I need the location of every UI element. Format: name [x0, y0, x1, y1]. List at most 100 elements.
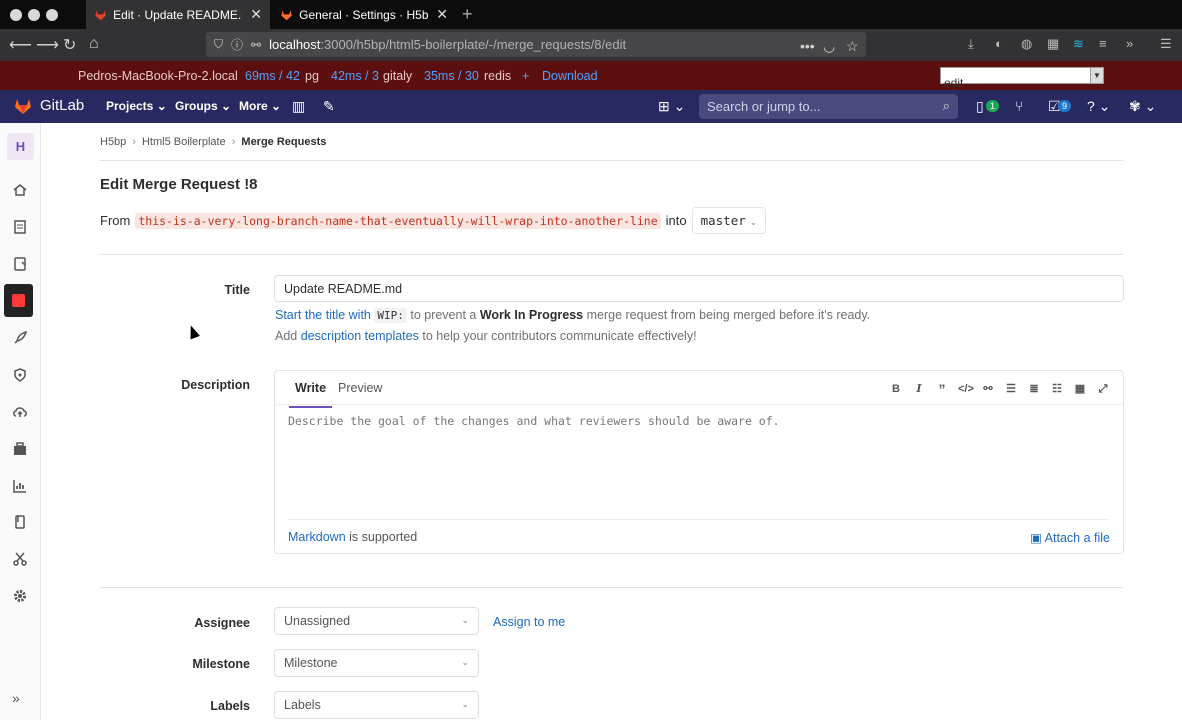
shield-icon[interactable]: ⛉: [214, 37, 223, 52]
snippets-scissors-icon[interactable]: [12, 551, 28, 567]
assign-to-me-link[interactable]: Assign to me: [493, 615, 565, 629]
breadcrumb-item-merge-requests[interactable]: Merge Requests: [241, 136, 326, 148]
merge-requests-icon[interactable]: ⑂: [1015, 98, 1023, 114]
perf-add-request-button[interactable]: +: [522, 69, 529, 83]
activity-chart-icon[interactable]: ▥: [292, 98, 305, 115]
groups-menu[interactable]: Groups ⌄: [175, 99, 231, 113]
divider: [99, 254, 1124, 255]
perf-redis-link[interactable]: 35ms / 30: [424, 69, 479, 83]
target-branch-dropdown[interactable]: master ⌄: [691, 207, 767, 234]
perf-pg-label: pg: [305, 69, 319, 83]
italic-icon[interactable]: I: [912, 382, 926, 396]
permissions-icon[interactable]: ⚯: [251, 38, 261, 52]
link-icon[interactable]: ⚯: [981, 382, 995, 396]
wip-hint-link[interactable]: Start the title with: [275, 308, 371, 322]
chevron-down-icon: ⌄: [461, 657, 469, 667]
extension-icon[interactable]: ◍: [1021, 37, 1035, 51]
help-icon[interactable]: ? ⌄: [1087, 98, 1110, 115]
fullscreen-icon[interactable]: ⤢: [1096, 382, 1110, 396]
labels-value: Labels: [284, 698, 321, 712]
settings-gear-icon[interactable]: [12, 588, 28, 604]
close-tab-icon[interactable]: ✕: [250, 6, 262, 23]
shield-icon[interactable]: [12, 367, 28, 383]
description-templates-link[interactable]: description templates: [301, 329, 419, 343]
collapse-sidebar-icon[interactable]: »: [12, 690, 20, 706]
wip-hint-text: merge request from being merged before i…: [586, 308, 871, 322]
extension-icon[interactable]: ◐: [995, 37, 1009, 51]
bold-icon[interactable]: B: [889, 382, 903, 396]
wiki-book-icon[interactable]: [12, 514, 28, 530]
home-icon[interactable]: ⌂: [89, 35, 99, 53]
info-icon[interactable]: ⓘ: [231, 36, 243, 53]
markdown-link[interactable]: Markdown: [288, 530, 346, 544]
attach-file-icon: ▣: [1030, 531, 1042, 545]
pocket-icon[interactable]: ◡: [823, 38, 835, 55]
issues-icon[interactable]: [12, 256, 28, 272]
package-icon[interactable]: [12, 441, 28, 457]
search-input[interactable]: Search or jump to... ⌕: [699, 94, 958, 119]
url-bar[interactable]: ⛉ ⓘ ⚯ localhost :3000/h5bp/html5-boilerp…: [206, 32, 866, 57]
quote-icon[interactable]: ”: [935, 382, 949, 396]
breadcrumb-item-project[interactable]: Html5 Boilerplate: [142, 136, 226, 148]
perf-host: Pedros-MacBook-Pro-2.local: [78, 69, 238, 83]
more-menu[interactable]: More ⌄: [239, 99, 281, 113]
browser-tab-settings[interactable]: General · Settings · H5bp / Htm ✕: [272, 0, 456, 29]
table-icon[interactable]: ▦: [1073, 382, 1087, 396]
labels-dropdown[interactable]: Labels ⌄: [274, 691, 479, 719]
gitlab-logo-icon[interactable]: [13, 96, 33, 116]
bullet-list-icon[interactable]: ☰: [1004, 382, 1018, 396]
bookmark-star-icon[interactable]: ☆: [846, 38, 859, 55]
back-arrow-icon[interactable]: ⟵: [9, 35, 32, 55]
project-avatar[interactable]: H: [7, 133, 34, 160]
description-editor: Write Preview B I ” </> ⚯ ☰ ≣ ☷ ▦ ⤢ Desc…: [274, 370, 1124, 554]
sidebar-item-merge-requests[interactable]: [4, 284, 33, 317]
perf-request-select[interactable]: edit ▼: [940, 67, 1104, 90]
extension-icon[interactable]: ≋: [1073, 37, 1087, 51]
hamburger-menu-icon[interactable]: ☰: [1160, 37, 1174, 51]
analytics-chart-icon[interactable]: [12, 478, 28, 494]
milestone-value: Milestone: [284, 656, 338, 670]
close-tab-icon[interactable]: ✕: [436, 6, 448, 23]
rocket-icon[interactable]: [12, 330, 28, 346]
template-hint-text: Add: [275, 329, 298, 343]
avatar[interactable]: ✾ ⌄: [1129, 98, 1156, 115]
code-icon[interactable]: </>: [958, 382, 974, 396]
title-input[interactable]: Update README.md: [274, 275, 1124, 302]
repository-icon[interactable]: [12, 219, 28, 235]
assignee-dropdown[interactable]: Unassigned ⌄: [274, 607, 479, 635]
extension-icon[interactable]: ▦: [1047, 37, 1061, 51]
numbered-list-icon[interactable]: ≣: [1027, 382, 1041, 396]
perf-download-link[interactable]: Download: [542, 69, 598, 83]
minimize-window-button[interactable]: [28, 9, 40, 21]
new-tab-icon[interactable]: +: [462, 4, 473, 25]
breadcrumb-item-h5bp[interactable]: H5bp: [100, 136, 126, 148]
wip-code: WIP:: [374, 308, 407, 323]
reload-icon[interactable]: ↻: [63, 35, 76, 55]
cloud-upload-icon[interactable]: [12, 404, 28, 420]
close-window-button[interactable]: [10, 9, 22, 21]
attach-file-label: Attach a file: [1044, 531, 1110, 545]
description-textarea[interactable]: Describe the goal of the changes and wha…: [288, 414, 780, 428]
admin-wrench-icon[interactable]: ✎: [323, 98, 335, 115]
perf-gitaly-link[interactable]: 42ms / 3: [331, 69, 379, 83]
attach-file-button[interactable]: ▣ Attach a file: [1030, 530, 1110, 545]
url-path: :3000/h5bp/html5-boilerplate/-/merge_req…: [320, 37, 627, 52]
projects-menu[interactable]: Projects ⌄: [106, 99, 167, 113]
perf-pg-link[interactable]: 69ms / 42: [245, 69, 300, 83]
page-actions-icon[interactable]: •••: [800, 38, 815, 54]
issues-icon[interactable]: ▯: [976, 98, 984, 115]
new-item-plus-icon[interactable]: ⊞ ⌄: [658, 98, 685, 115]
forward-arrow-icon[interactable]: ⟶: [36, 35, 59, 55]
gitlab-logo-text[interactable]: GitLab: [40, 97, 84, 114]
milestone-dropdown[interactable]: Milestone ⌄: [274, 649, 479, 677]
tab-preview[interactable]: Preview: [338, 381, 382, 395]
browser-nav-bar: ⟵ ⟶ ↻ ⌂ ⛉ ⓘ ⚯ localhost :3000/h5bp/html5…: [0, 29, 1182, 61]
overflow-chevron-icon[interactable]: »: [1126, 37, 1140, 51]
gitlab-favicon-icon: [281, 9, 292, 20]
task-list-icon[interactable]: ☷: [1050, 382, 1064, 396]
extension-icon[interactable]: ≡: [1099, 37, 1113, 51]
zoom-window-button[interactable]: [46, 9, 58, 21]
browser-tab-edit[interactable]: Edit · Update README.md (!8 · ✕: [86, 0, 270, 29]
downloads-icon[interactable]: ⤓: [968, 37, 982, 51]
home-icon[interactable]: [12, 182, 28, 198]
